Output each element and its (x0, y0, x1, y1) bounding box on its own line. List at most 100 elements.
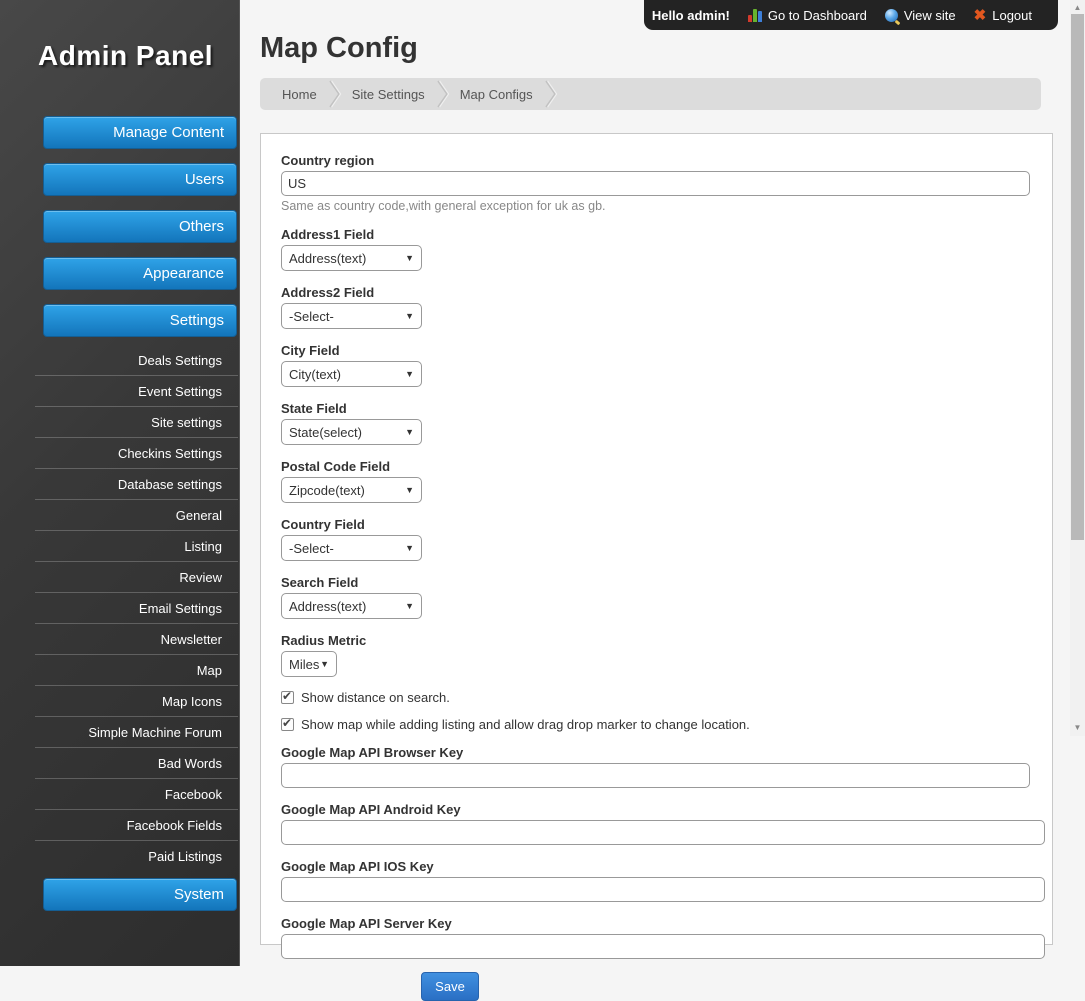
address1-field-value: Address(text) (289, 250, 367, 266)
postal-code-field-value: Zipcode(text) (289, 482, 365, 498)
chevron-down-icon: ▼ (320, 659, 329, 669)
show-map-checkbox[interactable] (281, 716, 294, 731)
logout-link[interactable]: ✖ Logout (974, 8, 1032, 23)
sidebar-item-event-settings[interactable]: Event Settings (35, 376, 238, 407)
sidebar-item-manage-content[interactable]: Manage Content (43, 116, 237, 149)
sidebar-item-deals-settings[interactable]: Deals Settings (35, 345, 238, 376)
chevron-down-icon: ▼ (405, 543, 414, 553)
bar-chart-icon (747, 8, 762, 22)
address2-field-label: Address2 Field (281, 285, 375, 300)
view-site-label: View site (903, 7, 956, 23)
sidebar-item-users[interactable]: Users (43, 163, 237, 196)
country-region-input[interactable] (281, 171, 1030, 196)
settings-submenu: Deals Settings Event Settings Site setti… (35, 345, 238, 872)
view-site-link[interactable]: View site (884, 7, 956, 23)
country-region-help: Same as country code,with general except… (281, 199, 606, 213)
sidebar-item-system[interactable]: System (43, 878, 237, 911)
go-to-dashboard-label: Go to Dashboard (767, 7, 867, 23)
app-title: Admin Panel (38, 40, 214, 71)
sidebar-item-database-settings[interactable]: Database settings (35, 469, 238, 500)
sidebar-item-map-icons[interactable]: Map Icons (35, 686, 238, 717)
api-server-key-input[interactable] (281, 934, 1045, 959)
go-to-dashboard-link[interactable]: Go to Dashboard (747, 7, 867, 23)
chevron-right-icon (545, 80, 558, 108)
sidebar-item-checkins-settings[interactable]: Checkins Settings (35, 438, 238, 469)
sidebar-item-paid-listings[interactable]: Paid Listings (35, 841, 238, 872)
chevron-down-icon: ▼ (405, 601, 414, 611)
show-distance-checkbox[interactable] (281, 689, 294, 704)
sidebar-item-listing[interactable]: Listing (35, 531, 238, 562)
sidebar-item-site-settings[interactable]: Site settings (35, 407, 238, 438)
address2-field-value: -Select- (289, 308, 334, 324)
sidebar-item-settings[interactable]: Settings (43, 304, 237, 337)
logout-x-icon: ✖ (973, 6, 987, 24)
city-field-value: City(text) (289, 366, 341, 382)
state-field-label: State Field (281, 401, 347, 416)
api-browser-key-input[interactable] (281, 763, 1030, 788)
show-map-row: Show map while adding listing and allow … (281, 716, 1052, 732)
breadcrumb-site-settings[interactable]: Site Settings (342, 87, 435, 102)
chevron-down-icon: ▼ (405, 253, 414, 263)
postal-code-field-label: Postal Code Field (281, 459, 391, 474)
city-field-select[interactable]: City(text) ▼ (281, 361, 422, 387)
chevron-down-icon: ▼ (405, 427, 414, 437)
chevron-down-icon: ▼ (405, 369, 414, 379)
sidebar-item-email-settings[interactable]: Email Settings (35, 593, 238, 624)
sidebar-item-map[interactable]: Map (35, 655, 238, 686)
api-android-key-label: Google Map API Android Key (281, 802, 461, 817)
radius-metric-select[interactable]: Miles ▼ (281, 651, 337, 677)
radius-metric-label: Radius Metric (281, 633, 367, 648)
country-field-select[interactable]: -Select- ▼ (281, 535, 422, 561)
chevron-down-icon: ▼ (405, 485, 414, 495)
map-config-form-panel: Country region Same as country code,with… (260, 133, 1053, 1001)
vertical-scrollbar[interactable]: ▲ ▼ (1070, 0, 1085, 736)
show-distance-row: Show distance on search. (281, 689, 1052, 705)
chevron-down-icon: ▼ (405, 311, 414, 321)
search-field-value: Address(text) (289, 598, 367, 614)
address1-field-label: Address1 Field (281, 227, 375, 242)
state-field-select[interactable]: State(select) ▼ (281, 419, 422, 445)
sidebar-item-general[interactable]: General (35, 500, 238, 531)
search-field-label: Search Field (281, 575, 359, 590)
radius-metric-value: Miles (289, 656, 320, 672)
breadcrumb-map-configs[interactable]: Map Configs (450, 87, 543, 102)
search-field-select[interactable]: Address(text) ▼ (281, 593, 422, 619)
api-server-key-label: Google Map API Server Key (281, 916, 452, 931)
topbar: Hello admin! Go to Dashboard View site ✖… (644, 0, 1058, 30)
api-ios-key-label: Google Map API IOS Key (281, 859, 434, 874)
country-field-label: Country Field (281, 517, 365, 532)
page-title: Map Config (260, 32, 418, 64)
magnifier-icon (884, 8, 898, 22)
country-field-value: -Select- (289, 540, 334, 556)
sidebar-item-simple-machine-forum[interactable]: Simple Machine Forum (35, 717, 238, 748)
save-button[interactable]: Save (421, 972, 479, 1001)
scroll-up-icon[interactable]: ▲ (1070, 1, 1085, 14)
sidebar-item-newsletter[interactable]: Newsletter (35, 624, 238, 655)
scroll-down-icon[interactable]: ▼ (1070, 721, 1085, 734)
breadcrumb: Home Site Settings Map Configs (260, 78, 1041, 110)
sidebar: Admin Panel Manage Content Users Others … (0, 0, 240, 966)
api-ios-key-input[interactable] (281, 877, 1045, 902)
api-browser-key-label: Google Map API Browser Key (281, 745, 464, 760)
chevron-right-icon (329, 80, 342, 108)
country-region-label: Country region (281, 153, 375, 168)
sidebar-item-others[interactable]: Others (43, 210, 237, 243)
show-map-label: Show map while adding listing and allow … (301, 716, 750, 732)
sidebar-item-bad-words[interactable]: Bad Words (35, 748, 238, 779)
chevron-right-icon (437, 80, 450, 108)
breadcrumb-home[interactable]: Home (272, 87, 327, 102)
postal-code-field-select[interactable]: Zipcode(text) ▼ (281, 477, 422, 503)
city-field-label: City Field (281, 343, 340, 358)
sidebar-item-review[interactable]: Review (35, 562, 238, 593)
address2-field-select[interactable]: -Select- ▼ (281, 303, 422, 329)
sidebar-item-facebook[interactable]: Facebook (35, 779, 238, 810)
state-field-value: State(select) (289, 424, 362, 440)
show-distance-label: Show distance on search. (301, 689, 450, 705)
logout-label: Logout (992, 7, 1032, 23)
greeting-text: Hello admin! (651, 7, 730, 23)
sidebar-item-appearance[interactable]: Appearance (43, 257, 237, 290)
scrollbar-thumb[interactable] (1071, 14, 1084, 540)
sidebar-item-facebook-fields[interactable]: Facebook Fields (35, 810, 238, 841)
address1-field-select[interactable]: Address(text) ▼ (281, 245, 422, 271)
api-android-key-input[interactable] (281, 820, 1045, 845)
